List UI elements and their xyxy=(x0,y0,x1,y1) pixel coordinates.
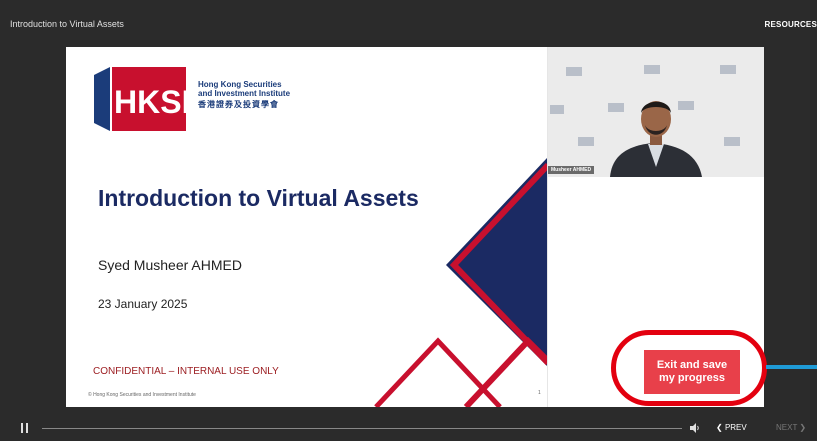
presenter-name: Syed Musheer AHMED xyxy=(98,257,242,273)
slide-title: Introduction to Virtual Assets xyxy=(98,185,419,211)
pause-icon[interactable] xyxy=(20,423,30,433)
logo-mark-text: HKSI xyxy=(114,84,186,120)
presenter-video xyxy=(548,47,764,177)
exit-button-label-line1: Exit and save xyxy=(656,359,728,371)
presentation-date: 23 January 2025 xyxy=(98,297,188,311)
slide-page-number: 1 xyxy=(538,390,541,396)
player-control-bar: ❮ PREV NEXT ❯ xyxy=(0,414,817,441)
logo-name-zh: 香港證券及投資學會 xyxy=(198,100,279,109)
logo-name-en-line1: Hong Kong Securities xyxy=(198,80,282,89)
prev-button[interactable]: ❮ PREV xyxy=(716,423,747,432)
progress-track[interactable] xyxy=(42,428,682,429)
chevron-right-icon: ❯ xyxy=(797,423,807,432)
logo-name-en-line2: and Investment Institute xyxy=(198,89,291,98)
confidential-notice: CONFIDENTIAL – INTERNAL USE ONLY xyxy=(93,366,279,377)
hksi-logo: HKSI Hong Kong Securities and Investment… xyxy=(94,63,294,141)
prev-button-label: PREV xyxy=(724,423,747,432)
hksi-logo-mark: HKSI xyxy=(94,67,186,131)
webcam-name-label: Musheer AHMED xyxy=(548,166,595,174)
player-top-bar: Introduction to Virtual Assets RESOURCES xyxy=(0,0,817,44)
annotation-connector-line xyxy=(766,365,817,369)
presentation-slide: HKSI Hong Kong Securities and Investment… xyxy=(66,47,548,407)
exit-and-save-button[interactable]: Exit and save my progress xyxy=(644,350,740,394)
next-button-label: NEXT xyxy=(776,423,798,432)
presenter-webcam: Musheer AHMED xyxy=(548,47,764,177)
exit-button-label-line2: my progress xyxy=(658,372,725,384)
course-title: Introduction to Virtual Assets xyxy=(10,19,124,29)
course-player: Introduction to Virtual Assets RESOURCES… xyxy=(0,0,817,441)
next-button[interactable]: NEXT ❯ xyxy=(776,423,806,432)
copyright-notice: © Hong Kong Securities and Investment In… xyxy=(88,392,196,398)
chevron-left-icon: ❮ xyxy=(716,423,725,432)
volume-icon[interactable] xyxy=(689,422,701,434)
resources-menu-button[interactable]: RESOURCES xyxy=(765,20,817,29)
